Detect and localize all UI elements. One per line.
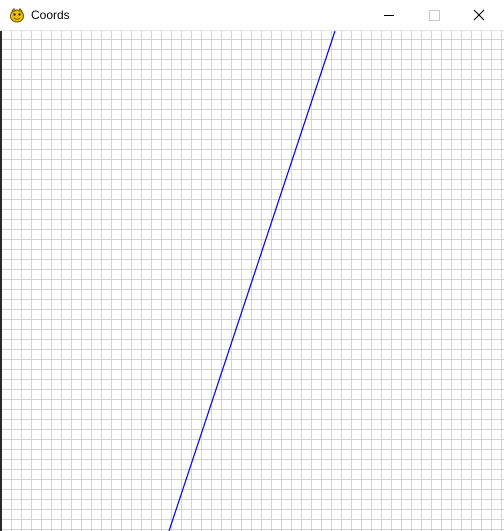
close-button[interactable] [458, 0, 504, 30]
maximize-button[interactable] [412, 0, 458, 30]
grid-surface [2, 31, 504, 531]
close-icon [473, 9, 485, 21]
canvas-background [2, 31, 504, 531]
drawing-canvas[interactable] [2, 31, 504, 531]
pygame-snake-icon[interactable] [9, 7, 25, 23]
app-window: Coords [0, 0, 504, 531]
minimize-icon [384, 15, 394, 16]
maximize-icon [429, 10, 440, 21]
minimize-button[interactable] [366, 0, 412, 30]
title-bar[interactable]: Coords [0, 0, 504, 31]
window-title: Coords [31, 8, 70, 22]
